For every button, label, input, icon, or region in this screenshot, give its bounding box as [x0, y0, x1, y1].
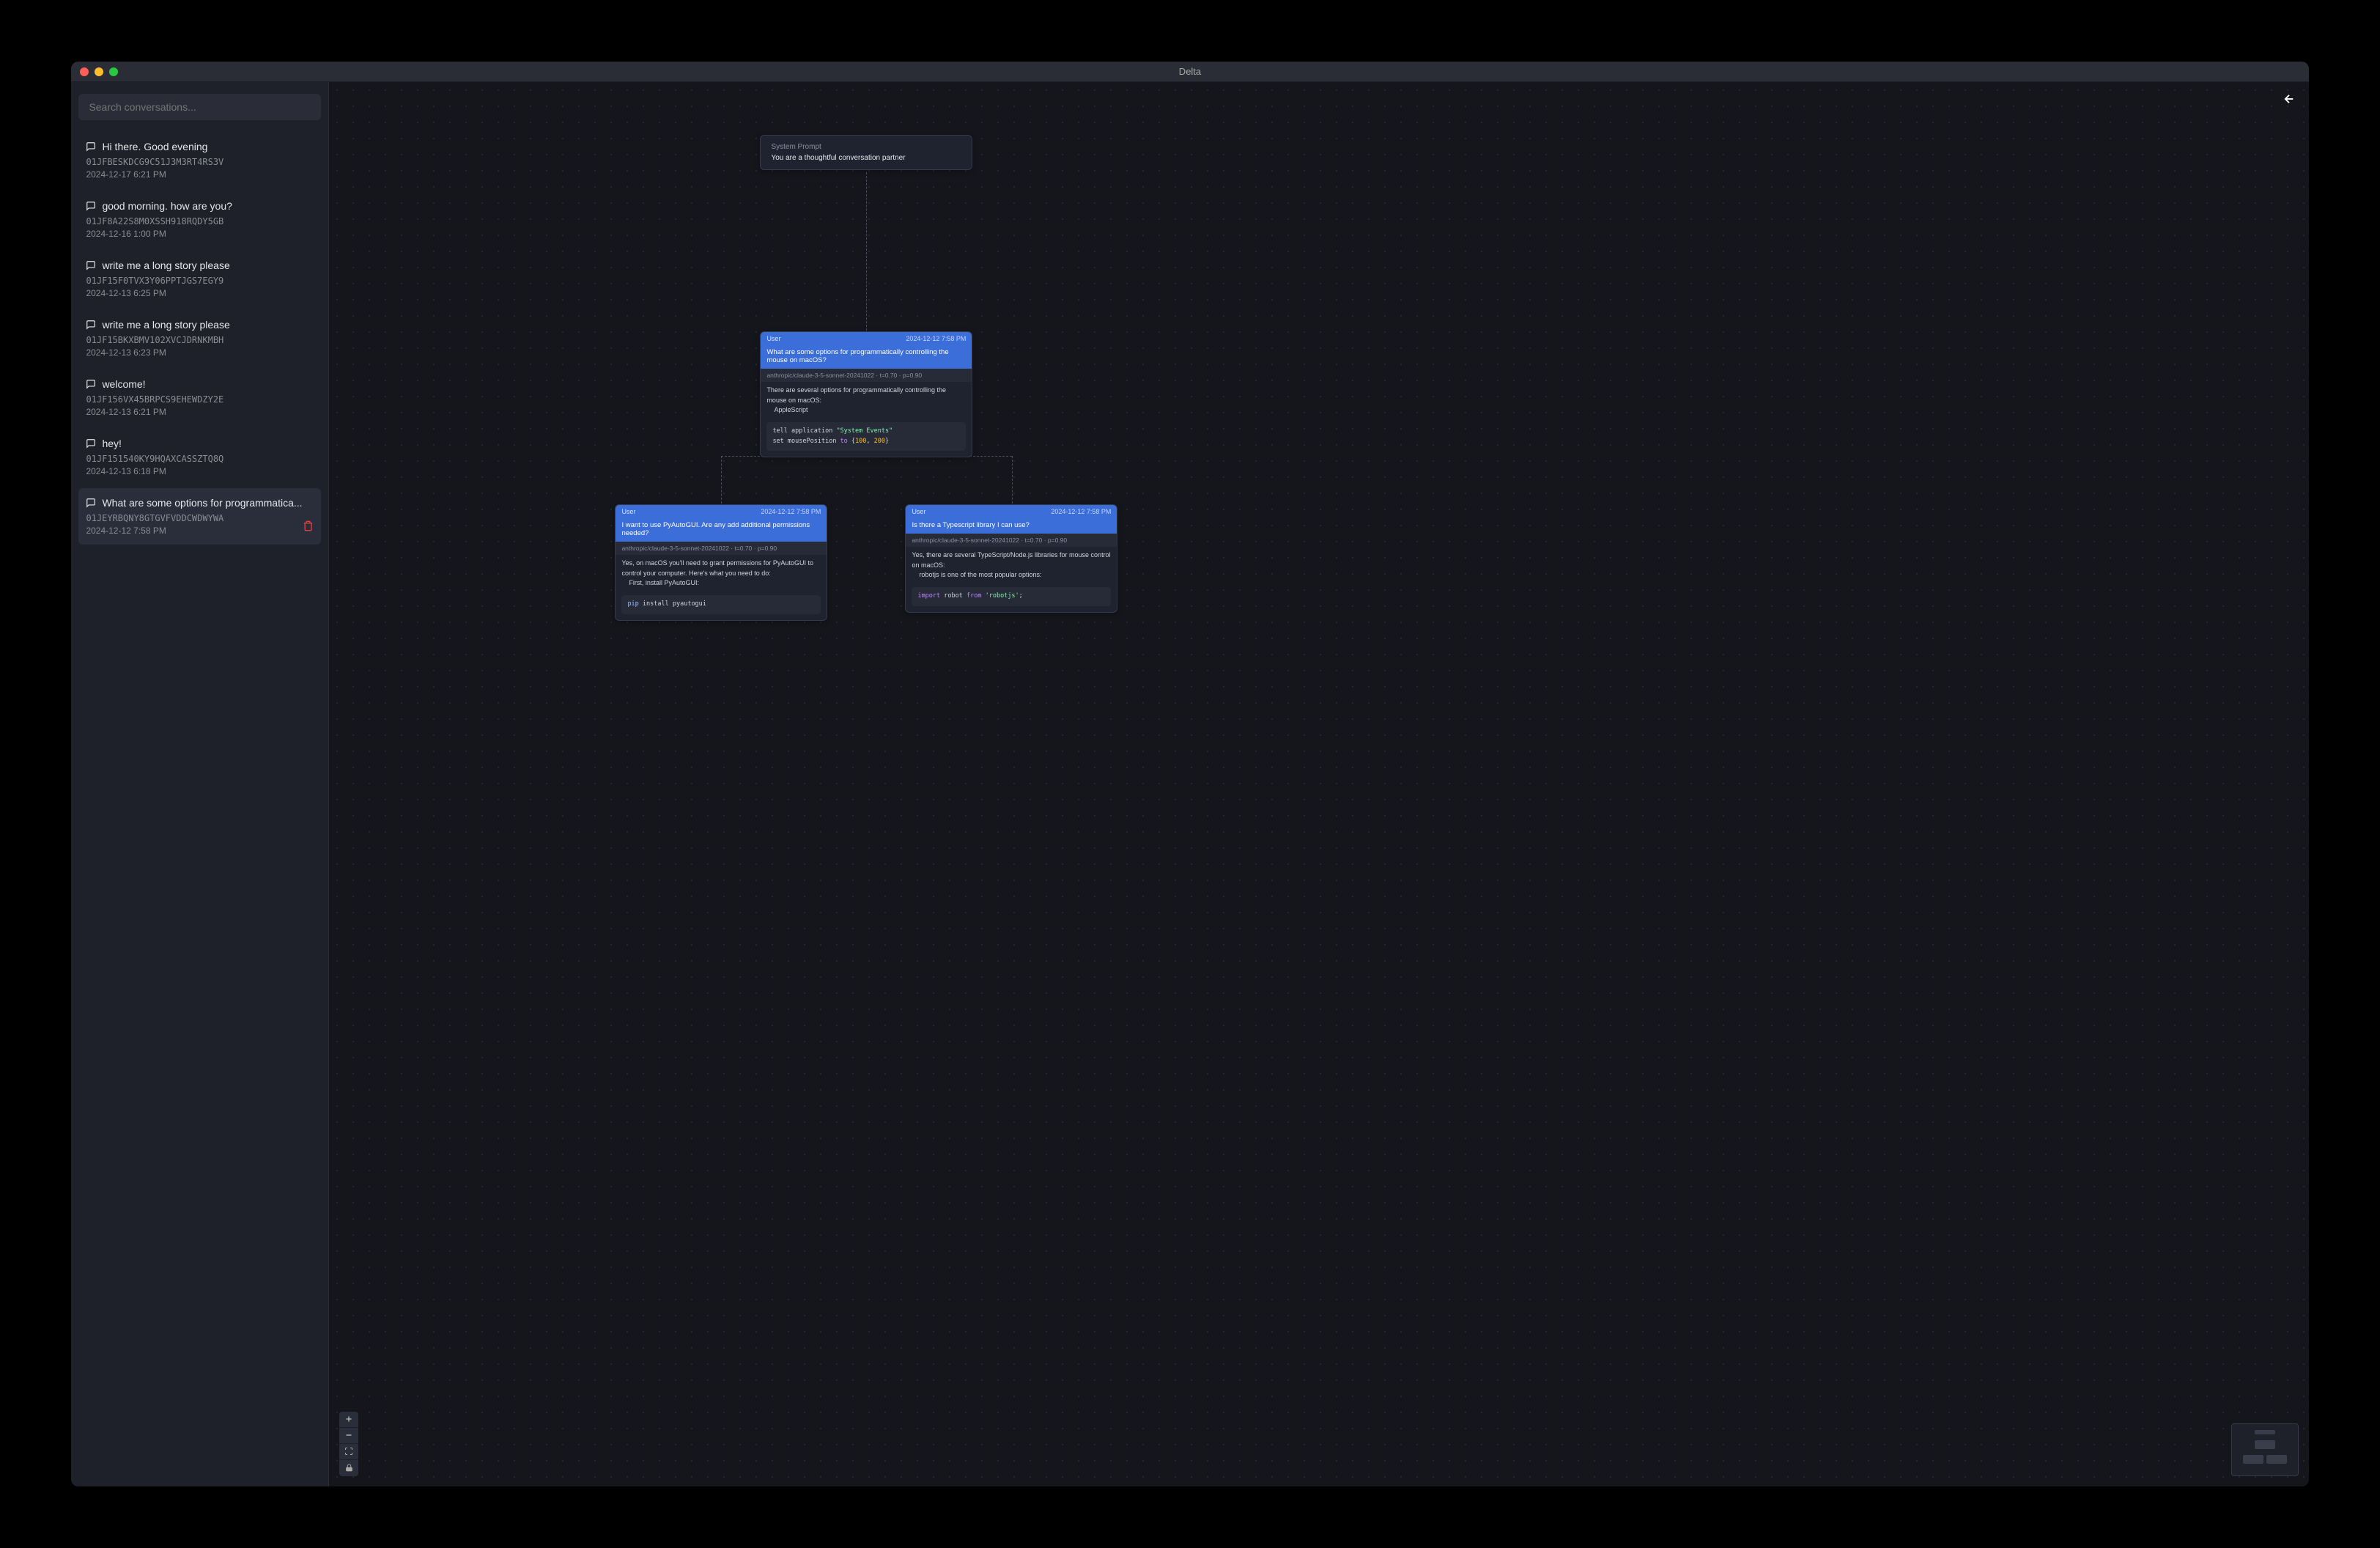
zoom-out-button[interactable] [339, 1428, 358, 1444]
minimize-window-button[interactable] [95, 67, 103, 76]
code-block: tell application "System Events" set mou… [766, 422, 966, 451]
titlebar: Delta [71, 62, 2308, 82]
minimap-node [2255, 1440, 2275, 1449]
message-node-right[interactable]: User 2024-12-12 7:58 PM Is there a Types… [905, 504, 1117, 612]
arrow-left-icon [2283, 92, 2296, 106]
message-time: 2024-12-12 7:58 PM [906, 335, 966, 342]
minimap[interactable] [2231, 1423, 2299, 1476]
message-meta: anthropic/claude-3-5-sonnet-20241022 · t… [906, 534, 1117, 547]
conversation-id: 01JF151540KY9HQAXCASSZTQ8Q [86, 454, 314, 464]
conversation-item-2[interactable]: write me a long story please 01JF15F0TVX… [78, 251, 321, 307]
chat-icon [86, 320, 96, 330]
conversation-item-0[interactable]: Hi there. Good evening 01JFBESKDCG9C51J3… [78, 132, 321, 188]
conversation-item-3[interactable]: write me a long story please 01JF15BKXBM… [78, 310, 321, 366]
message-meta: anthropic/claude-3-5-sonnet-20241022 · t… [761, 369, 972, 382]
plus-icon [344, 1415, 353, 1423]
conversation-date: 2024-12-13 6:23 PM [86, 347, 314, 358]
chat-icon [86, 201, 96, 211]
minimap-node [2266, 1455, 2287, 1464]
chat-icon [86, 379, 96, 389]
system-prompt-label: System Prompt [771, 143, 961, 151]
message-meta: anthropic/claude-3-5-sonnet-20241022 · t… [616, 542, 827, 555]
conversation-id: 01JEYRBQNY8GTGVFVDDCWDWYWA [86, 513, 314, 523]
message-role: User [621, 508, 635, 515]
conversation-date: 2024-12-16 1:00 PM [86, 229, 314, 239]
message-answer: Yes, on macOS you'll need to grant permi… [616, 555, 827, 592]
code-block: import robot from 'robotjs'; [912, 587, 1111, 606]
conversation-id: 01JFBESKDCG9C51J3M3RT4RS3V [86, 157, 314, 167]
app-window: Delta Hi there. Good evening 01JFBESKDCG… [71, 62, 2308, 1486]
fit-view-button[interactable] [339, 1444, 358, 1460]
zoom-controls [339, 1412, 358, 1476]
sidebar: Hi there. Good evening 01JFBESKDCG9C51J3… [71, 82, 329, 1486]
maximize-window-button[interactable] [109, 67, 118, 76]
conversation-title: Hi there. Good evening [102, 141, 207, 152]
content: Hi there. Good evening 01JFBESKDCG9C51J3… [71, 82, 2308, 1486]
chat-icon [86, 260, 96, 270]
message-role: User [912, 508, 925, 515]
maximize-icon [344, 1447, 353, 1456]
conversation-id: 01JF15F0TVX3Y06PPTJGS7EGY9 [86, 276, 314, 286]
back-button[interactable] [2283, 92, 2296, 109]
lock-button[interactable] [339, 1460, 358, 1476]
connector [721, 456, 722, 504]
chat-icon [86, 438, 96, 449]
message-node-root[interactable]: User 2024-12-12 7:58 PM What are some op… [760, 331, 972, 457]
conversation-item-4[interactable]: welcome! 01JF156VX45BRPCS9EHEWDZY2E 2024… [78, 369, 321, 426]
message-question: What are some options for programmatical… [761, 345, 972, 369]
conversation-date: 2024-12-12 7:58 PM [86, 526, 314, 536]
system-prompt-node[interactable]: System Prompt You are a thoughtful conve… [760, 135, 972, 170]
message-node-left[interactable]: User 2024-12-12 7:58 PM I want to use Py… [615, 504, 827, 620]
code-block: pip install pyautogui [621, 595, 821, 614]
conversation-date: 2024-12-13 6:18 PM [86, 466, 314, 476]
lock-icon [345, 1464, 353, 1472]
message-question: Is there a Typescript library I can use? [906, 518, 1117, 534]
connector [866, 172, 867, 331]
conversation-title: write me a long story please [102, 259, 229, 271]
conversation-id: 01JF8A22S8M0XSSH918RQDY5GB [86, 216, 314, 226]
traffic-lights [80, 67, 118, 76]
conversation-title: good morning. how are you? [102, 200, 232, 212]
message-role: User [766, 335, 780, 342]
conversation-id: 01JF156VX45BRPCS9EHEWDZY2E [86, 394, 314, 405]
minus-icon [344, 1431, 353, 1440]
conversation-date: 2024-12-13 6:21 PM [86, 407, 314, 417]
conversation-title: hey! [102, 438, 121, 449]
conversation-item-1[interactable]: good morning. how are you? 01JF8A22S8M0X… [78, 191, 321, 248]
message-time: 2024-12-12 7:58 PM [1051, 508, 1111, 515]
system-prompt-text: You are a thoughtful conversation partne… [771, 154, 961, 162]
window-title: Delta [1179, 66, 1201, 77]
conversation-item-6[interactable]: What are some options for programmatica.… [78, 488, 321, 545]
chat-icon [86, 141, 96, 152]
conversation-title: welcome! [102, 378, 145, 390]
conversation-date: 2024-12-17 6:21 PM [86, 169, 314, 180]
message-answer: There are several options for programmat… [761, 382, 972, 419]
chat-icon [86, 498, 96, 508]
zoom-in-button[interactable] [339, 1412, 358, 1428]
minimap-node [2243, 1455, 2263, 1464]
conversation-title: write me a long story please [102, 319, 229, 331]
message-question: I want to use PyAutoGUI. Are any add add… [616, 518, 827, 542]
canvas[interactable]: System Prompt You are a thoughtful conve… [329, 82, 2308, 1486]
connector [1012, 456, 1013, 504]
message-time: 2024-12-12 7:58 PM [761, 508, 821, 515]
search-input[interactable] [78, 94, 321, 120]
conversation-date: 2024-12-13 6:25 PM [86, 288, 314, 298]
minimap-node [2255, 1430, 2275, 1434]
conversation-item-5[interactable]: hey! 01JF151540KY9HQAXCASSZTQ8Q 2024-12-… [78, 429, 321, 485]
conversation-title: What are some options for programmatica.… [102, 497, 302, 509]
trash-icon[interactable] [303, 520, 314, 531]
message-answer: Yes, there are several TypeScript/Node.j… [906, 547, 1117, 584]
close-window-button[interactable] [80, 67, 89, 76]
conversation-id: 01JF15BKXBMV102XVCJDRNKMBH [86, 335, 314, 345]
